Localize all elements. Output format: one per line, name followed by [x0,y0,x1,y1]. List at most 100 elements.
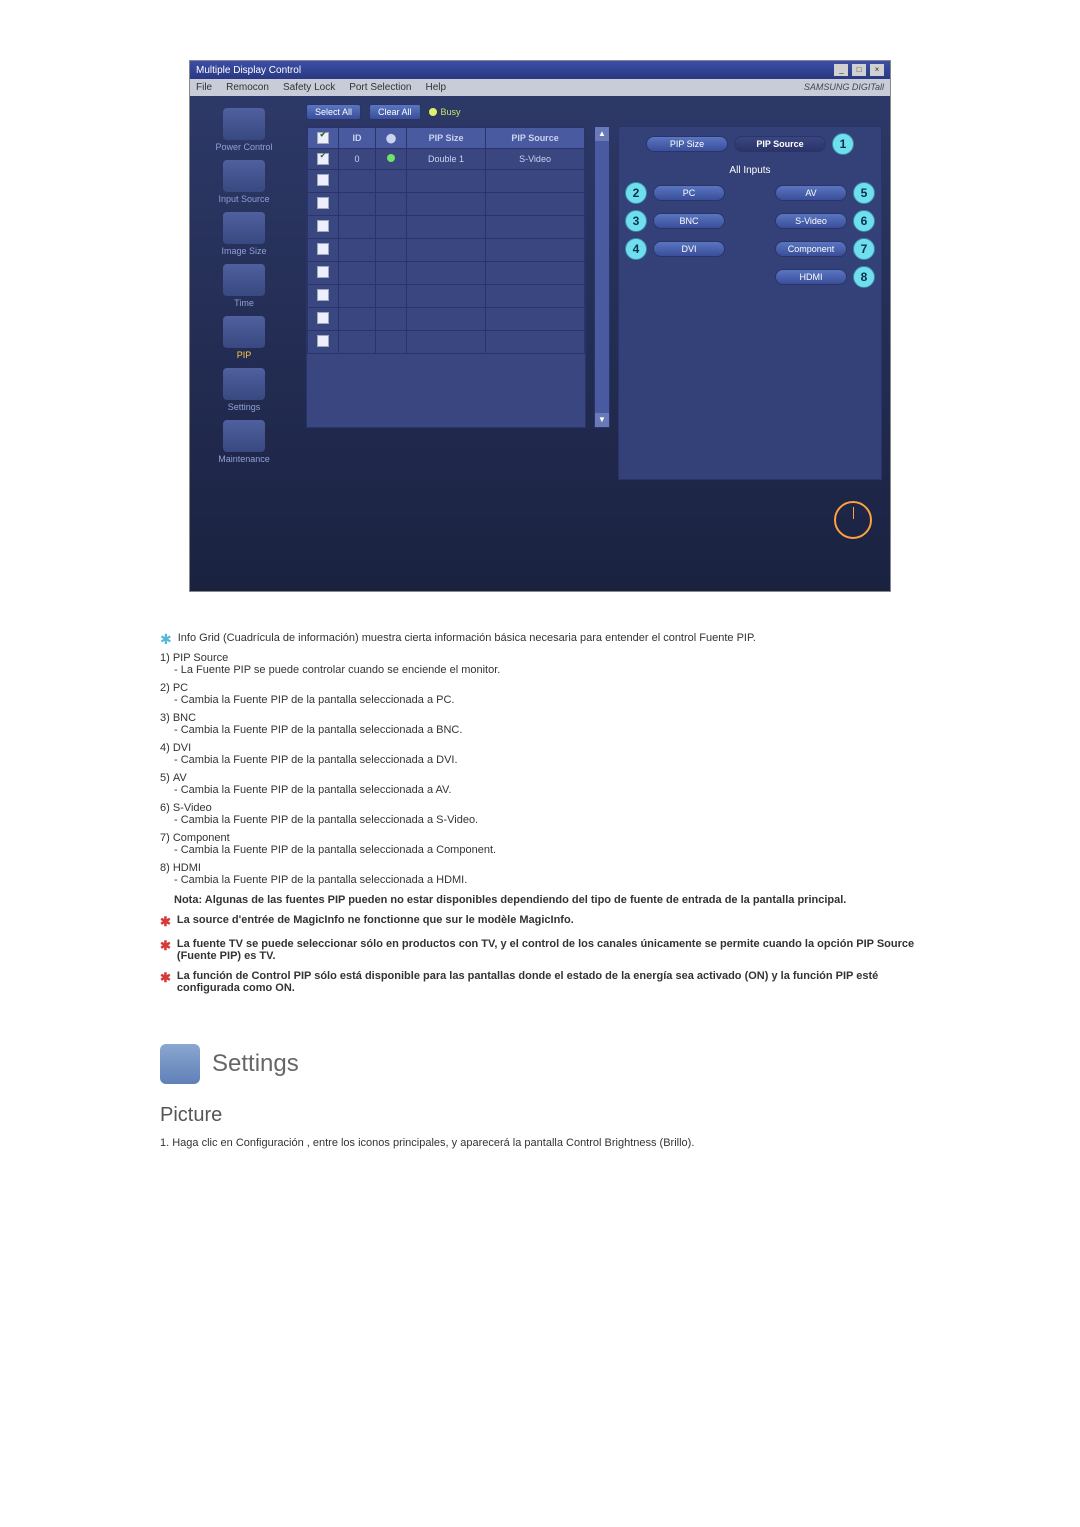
settings-heading-label: Settings [212,1050,299,1078]
sidebar-label: Power Control [215,142,272,152]
settings-heading: Settings [160,1044,920,1084]
sidebar-label: PIP [237,350,252,360]
item8-sub: - Cambia la Fuente PIP de la pantalla se… [174,874,920,886]
row-checkbox[interactable] [317,220,329,232]
menu-safety-lock[interactable]: Safety Lock [283,82,335,93]
minimize-button[interactable]: _ [834,64,848,76]
col-pipsize: PIP Size [407,128,486,149]
row-checkbox[interactable] [317,197,329,209]
item1-title: PIP Source [173,652,228,664]
menu-remocon[interactable]: Remocon [226,82,269,93]
table-row[interactable] [308,170,585,193]
row-checkbox[interactable] [317,335,329,347]
sidebar-label: Maintenance [218,454,270,464]
settings-heading-icon [160,1044,200,1084]
red-star-icon: ✱ [160,970,171,994]
settings-icon [223,368,265,400]
cell-pipsource: S-Video [486,149,585,170]
table-row[interactable] [308,331,585,354]
window-title: Multiple Display Control [196,65,301,76]
time-icon [223,264,265,296]
item3-title: BNC [173,712,196,724]
table-row[interactable] [308,285,585,308]
sidebar-label: Settings [228,402,261,412]
menu-file[interactable]: File [196,82,212,93]
item2-sub: - Cambia la Fuente PIP de la pantalla se… [174,694,920,706]
callout-6: 6 [853,210,875,232]
busy-indicator: Busy [429,107,461,117]
table-row[interactable]: 0 Double 1 S-Video [308,149,585,170]
callout-2: 2 [625,182,647,204]
row-checkbox[interactable] [317,312,329,324]
table-row[interactable] [308,262,585,285]
sidebar-item-settings[interactable]: Settings [194,366,294,412]
num-label: 7) [160,832,170,844]
table-row[interactable] [308,308,585,331]
bnc-button[interactable]: BNC [653,213,725,229]
row-checkbox[interactable] [317,266,329,278]
num-label: 6) [160,802,170,814]
window-controls: _ □ × [833,64,884,76]
item4-sub: - Cambia la Fuente PIP de la pantalla se… [174,754,920,766]
maximize-button[interactable]: □ [852,64,866,76]
brand-label: SAMSUNG DIGITall [804,82,884,92]
pip-size-button[interactable]: PIP Size [646,136,728,152]
num-label: 1) [160,652,170,664]
header-checkbox[interactable] [317,132,329,144]
item8-title: HDMI [173,862,201,874]
sidebar-item-power[interactable]: Power Control [194,106,294,152]
status-header-icon: ⬤ [386,133,396,143]
menu-help[interactable]: Help [425,82,446,93]
sidebar-label: Image Size [221,246,266,256]
num-label: 3) [160,712,170,724]
table-row[interactable] [308,239,585,262]
svideo-button[interactable]: S-Video [775,213,847,229]
hdmi-button[interactable]: HDMI [775,269,847,285]
clear-all-button[interactable]: Clear All [369,104,421,120]
bold2: La fuente TV se puede seleccionar sólo e… [177,938,920,962]
item6-title: S-Video [173,802,212,814]
sidebar-item-maintenance[interactable]: Maintenance [194,418,294,464]
table-row[interactable] [308,193,585,216]
callout-5: 5 [853,182,875,204]
sidebar: Power Control Input Source Image Size Ti… [190,96,298,568]
star-icon: ✱ [160,632,172,646]
row-checkbox[interactable] [317,243,329,255]
pip-source-button[interactable]: PIP Source [734,136,826,152]
scroll-up-icon[interactable]: ▲ [595,127,609,141]
grid-scrollbar[interactable]: ▲ ▼ [594,126,610,428]
info-grid: ID ⬤ PIP Size PIP Source 0 Double 1 S-Vi… [306,126,586,428]
image-icon [223,212,265,244]
dvi-button[interactable]: DVI [653,241,725,257]
pip-panel: PIP Size PIP Source 1 All Inputs 2 PC AV… [618,126,882,480]
callout-1: 1 [832,133,854,155]
callout-4: 4 [625,238,647,260]
sidebar-item-pip[interactable]: PIP [194,314,294,360]
clock-icon [834,501,872,539]
sidebar-item-input[interactable]: Input Source [194,158,294,204]
app-window: Multiple Display Control _ □ × File Remo… [189,60,891,592]
pc-button[interactable]: PC [653,185,725,201]
busy-dot-icon [429,108,437,116]
av-button[interactable]: AV [775,185,847,201]
row-checkbox[interactable] [317,174,329,186]
row-checkbox[interactable] [317,153,329,165]
select-all-button[interactable]: Select All [306,104,361,120]
table-row[interactable] [308,216,585,239]
menu-port-selection[interactable]: Port Selection [349,82,411,93]
intro-text: Info Grid (Cuadrícula de información) mu… [178,632,756,646]
busy-label: Busy [441,107,461,117]
status-dot-icon [387,154,395,162]
sidebar-item-time[interactable]: Time [194,262,294,308]
component-button[interactable]: Component [775,241,847,257]
note-text: Nota: Algunas de las fuentes PIP pueden … [174,894,920,906]
bottom-bar [306,480,882,560]
pip-icon [223,316,265,348]
red-star-icon: ✱ [160,938,171,962]
close-button[interactable]: × [870,64,884,76]
callout-7: 7 [853,238,875,260]
sidebar-item-image[interactable]: Image Size [194,210,294,256]
scroll-down-icon[interactable]: ▼ [595,413,609,427]
row-checkbox[interactable] [317,289,329,301]
callout-8: 8 [853,266,875,288]
